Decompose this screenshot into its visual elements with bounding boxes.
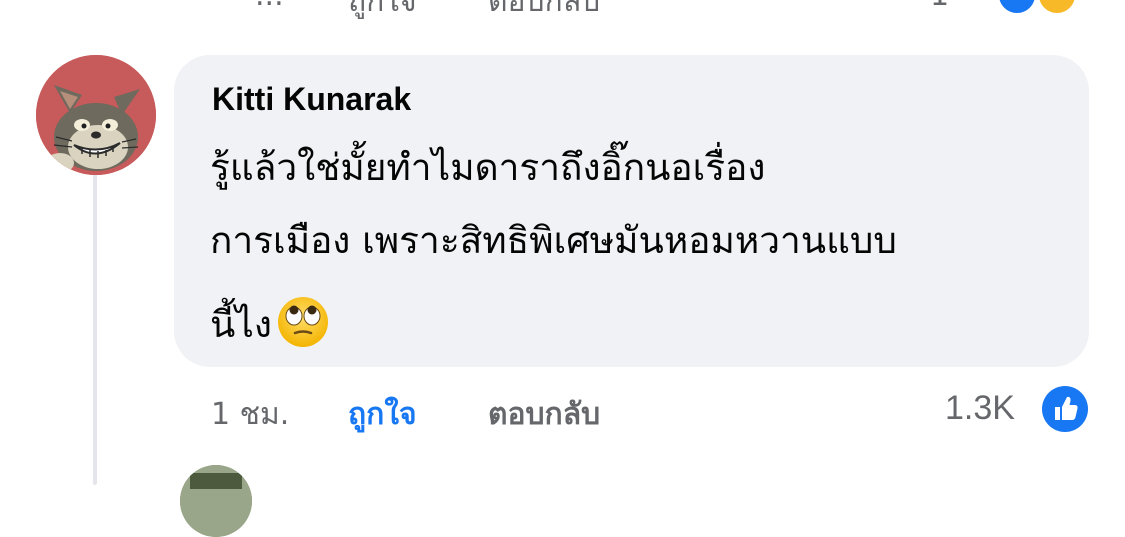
comment-bubble[interactable]: Kitti Kunarak รู้แล้วใช่มั้ยทำไมดาราถึงอ… (174, 55, 1089, 367)
thumbs-up-icon[interactable] (1041, 385, 1089, 433)
reaction-count[interactable]: 1.3K (945, 389, 1015, 428)
comment-text-line-end: นี้ไง (210, 303, 272, 346)
like-button[interactable]: ถูกใจ (348, 391, 417, 438)
reply-button[interactable]: ตอบกลับ (488, 391, 600, 438)
avatar[interactable] (36, 55, 156, 175)
comment-text-line: รู้แล้วใช่มั้ยทำไมดาราถึงอิ๊กนอเรื่อง (210, 146, 766, 189)
previous-comment-reply-button[interactable]: ตอบกลับ (488, 0, 600, 25)
comment-actions: 1 ชม. ถูกใจ ตอบกลับ 1.3K (0, 385, 1125, 435)
comment-text-line: การเมือง เพราะสิทธิพิเศษมันหอมหวานแบบ (210, 219, 897, 262)
comment-author-name[interactable]: Kitti Kunarak (212, 81, 411, 118)
previous-comment-reaction-count[interactable]: 1 (930, 0, 949, 13)
comment-timestamp[interactable]: 1 ชม. (211, 391, 289, 438)
reply-thread-line (93, 172, 97, 485)
previous-comment-like-button[interactable]: ถูกใจ (348, 0, 417, 25)
next-comment-avatar[interactable] (180, 465, 252, 537)
previous-comment-time: ... (255, 0, 284, 13)
previous-comment-actions: ... ถูกใจ ตอบกลับ 1 (0, 0, 1125, 19)
haha-reaction-icon (1036, 0, 1078, 16)
cartoon-cat-avatar-icon (36, 55, 156, 175)
comment-text-line-last: นี้ไง (210, 295, 330, 349)
rolling-eyes-emoji-icon (276, 295, 330, 349)
like-reaction-icon (996, 0, 1038, 16)
